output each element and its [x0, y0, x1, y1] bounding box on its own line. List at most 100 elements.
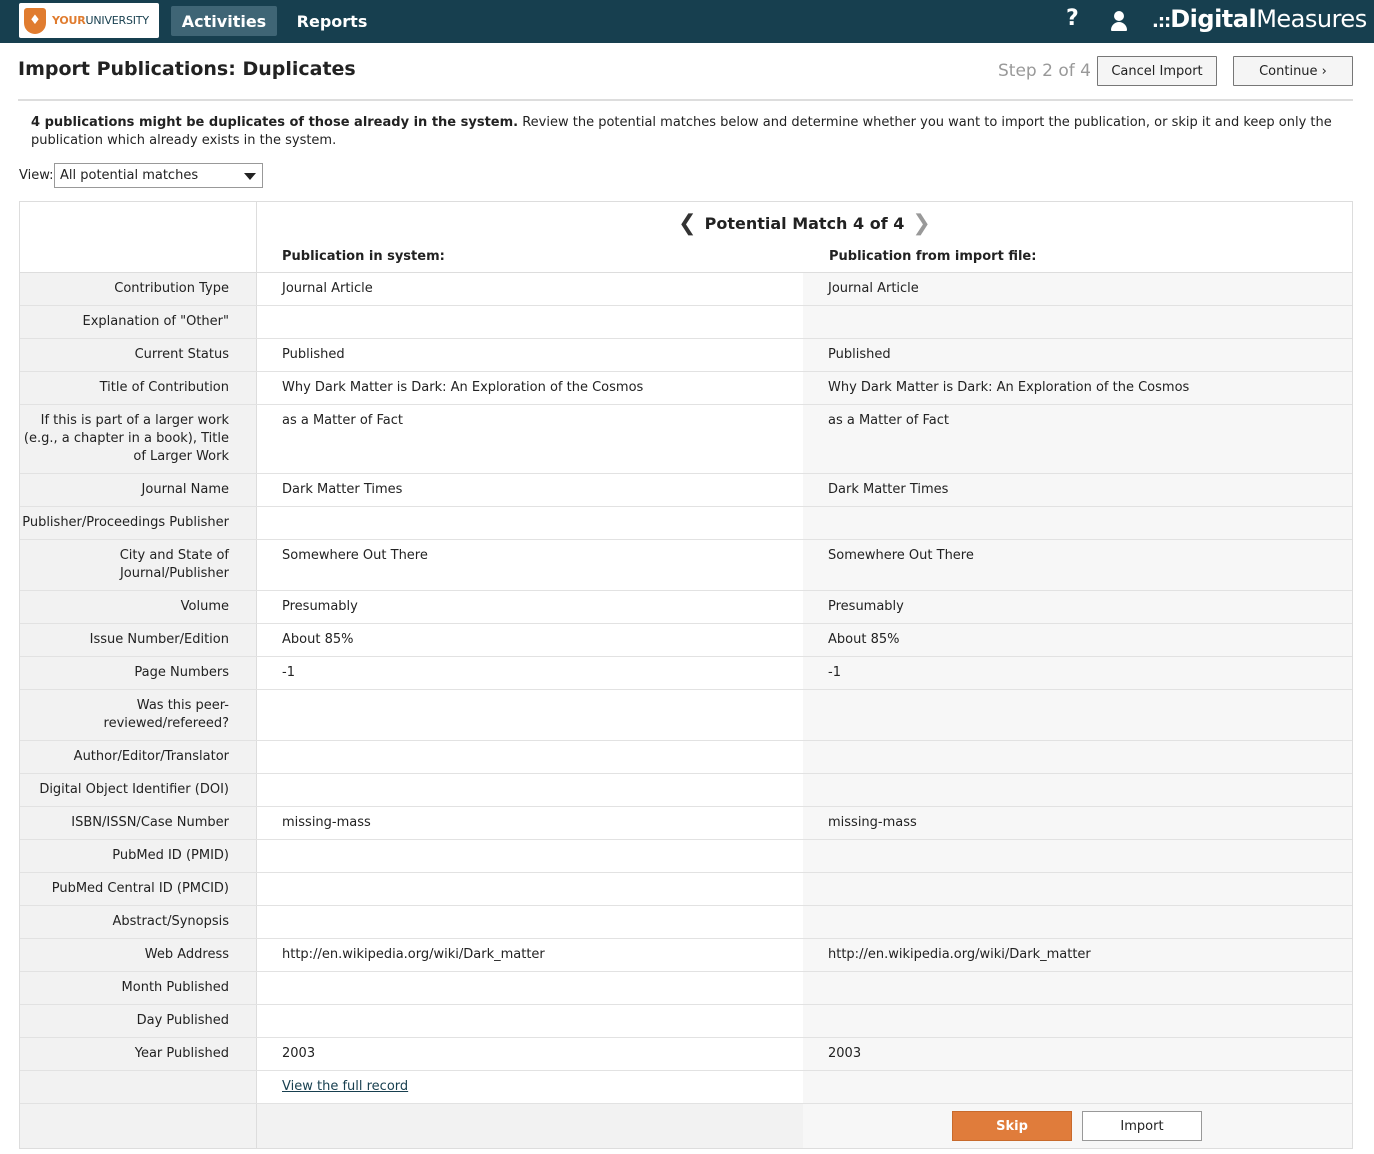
field-label: PubMed ID (PMID): [20, 840, 257, 872]
import-value: [803, 507, 1352, 539]
system-value: [257, 774, 803, 806]
field-label: Author/Editor/Translator: [20, 741, 257, 773]
system-value: [257, 840, 803, 872]
import-value: Somewhere Out There: [803, 540, 1352, 590]
table-row: Volume Presumably Presumably: [20, 591, 1352, 624]
university-logo[interactable]: ♦ YOURUNIVERSITY: [19, 3, 159, 38]
table-row: City and State of Journal/Publisher Somew…: [20, 540, 1352, 591]
system-value: Published: [282, 347, 345, 362]
table-row: PubMed ID (PMID): [20, 840, 1352, 873]
column-header-system: Publication in system:: [282, 249, 445, 264]
comparison-rows: Contribution Type Journal Article Journal …: [20, 273, 1352, 1071]
system-value: [257, 972, 803, 1004]
system-value: Presumably: [282, 599, 358, 614]
table-row: Explanation of "Other": [20, 306, 1352, 339]
match-navigator: ❮ Potential Match 4 of 4 ❯: [257, 211, 1352, 236]
import-value: [803, 1005, 1352, 1037]
field-label: ISBN/ISSN/Case Number: [20, 807, 257, 839]
table-row: Year Published 2003 2003: [20, 1038, 1352, 1071]
nav-tab-reports[interactable]: Reports: [289, 6, 375, 36]
system-value: [257, 507, 803, 539]
match-title: Potential Match 4 of 4: [704, 214, 905, 233]
field-label: Current Status: [20, 339, 257, 371]
view-select[interactable]: All potential matches: [54, 163, 263, 188]
system-value: [257, 873, 803, 905]
system-value: [257, 1005, 803, 1037]
table-row: Month Published: [20, 972, 1352, 1005]
field-label: Explanation of "Other": [20, 306, 257, 338]
logo-text: YOURUNIVERSITY: [52, 14, 149, 27]
import-value: [803, 306, 1352, 338]
table-row: Title of Contribution Why Dark Matter is …: [20, 372, 1352, 405]
table-row: PubMed Central ID (PMCID): [20, 873, 1352, 906]
nav-tab-activities[interactable]: Activities: [171, 6, 277, 36]
field-label: PubMed Central ID (PMCID): [20, 873, 257, 905]
table-row: Abstract/Synopsis: [20, 906, 1352, 939]
import-value: Presumably: [803, 591, 1352, 623]
intro-text: 4 publications might be duplicates of th…: [31, 115, 1332, 148]
cancel-import-button[interactable]: Cancel Import: [1097, 56, 1217, 86]
import-value: 2003: [803, 1038, 1352, 1070]
help-icon[interactable]: ?: [1066, 6, 1079, 31]
step-indicator: Step 2 of 4: [998, 61, 1091, 81]
table-row: Journal Name Dark Matter Times Dark Matter…: [20, 474, 1352, 507]
import-value: [803, 741, 1352, 773]
user-icon[interactable]: [1110, 11, 1128, 31]
field-label: Publisher/Proceedings Publisher: [20, 507, 257, 539]
continue-button[interactable]: Continue ›: [1233, 56, 1353, 86]
system-value: http://en.wikipedia.org/wiki/Dark_matter: [282, 947, 545, 962]
system-value: [257, 906, 803, 938]
system-value: [257, 690, 803, 740]
system-value: 2003: [282, 1046, 316, 1061]
view-full-record-link[interactable]: View the full record: [257, 1071, 803, 1103]
table-row: Web Address http://en.wikipedia.org/wiki/…: [20, 939, 1352, 972]
system-value: as a Matter of Fact: [282, 413, 403, 428]
skip-button[interactable]: Skip: [952, 1111, 1072, 1141]
action-row: Skip Import: [20, 1104, 1352, 1148]
import-value: missing-mass: [803, 807, 1352, 839]
system-value: missing-mass: [282, 815, 371, 830]
field-label: Year Published: [20, 1038, 257, 1070]
system-value: [257, 741, 803, 773]
table-row: Day Published: [20, 1005, 1352, 1038]
import-value: [803, 690, 1352, 740]
field-label: Was this peer-reviewed/refereed?: [20, 690, 257, 740]
table-row: Current Status Published Published: [20, 339, 1352, 372]
table-row: Publisher/Proceedings Publisher: [20, 507, 1352, 540]
table-row: ISBN/ISSN/Case Number missing-mass missing…: [20, 807, 1352, 840]
table-row: Issue Number/Edition About 85% About 85%: [20, 624, 1352, 657]
view-label: View:: [19, 168, 54, 183]
chevron-left-icon[interactable]: ❮: [678, 211, 696, 236]
shield-icon: ♦: [24, 7, 46, 34]
table-row: Digital Object Identifier (DOI): [20, 774, 1352, 807]
field-label: Web Address: [20, 939, 257, 971]
import-value: Why Dark Matter is Dark: An Exploration …: [803, 372, 1352, 404]
import-value: [803, 873, 1352, 905]
import-value: Journal Article: [803, 273, 1352, 305]
system-value: [257, 306, 803, 338]
field-label: Contribution Type: [20, 273, 257, 305]
import-value: [803, 774, 1352, 806]
header-divider: [18, 99, 1353, 101]
chevron-right-icon[interactable]: ❯: [912, 211, 930, 236]
digital-measures-logo: .::DigitalMeasures: [1152, 5, 1367, 33]
table-row: Was this peer-reviewed/refereed?: [20, 690, 1352, 741]
comparison-header: ❮ Potential Match 4 of 4 ❯ Publication i…: [20, 202, 1352, 273]
page-title: Import Publications: Duplicates: [18, 58, 356, 80]
field-label: City and State of Journal/Publisher: [20, 540, 257, 590]
system-value: About 85%: [282, 632, 354, 647]
field-label: Page Numbers: [20, 657, 257, 689]
table-row: Page Numbers -1 -1: [20, 657, 1352, 690]
import-value: About 85%: [803, 624, 1352, 656]
import-button[interactable]: Import: [1082, 1111, 1202, 1141]
column-header-import: Publication from import file:: [829, 249, 1037, 264]
system-value: Journal Article: [282, 281, 373, 296]
field-label: Day Published: [20, 1005, 257, 1037]
field-label: Title of Contribution: [20, 372, 257, 404]
full-record-row: View the full record: [20, 1071, 1352, 1104]
system-value: -1: [282, 665, 295, 680]
top-navigation-bar: ♦ YOURUNIVERSITY Activities Reports ? .:…: [0, 0, 1374, 43]
field-label: Journal Name: [20, 474, 257, 506]
import-value: -1: [803, 657, 1352, 689]
system-value: Somewhere Out There: [282, 548, 428, 563]
